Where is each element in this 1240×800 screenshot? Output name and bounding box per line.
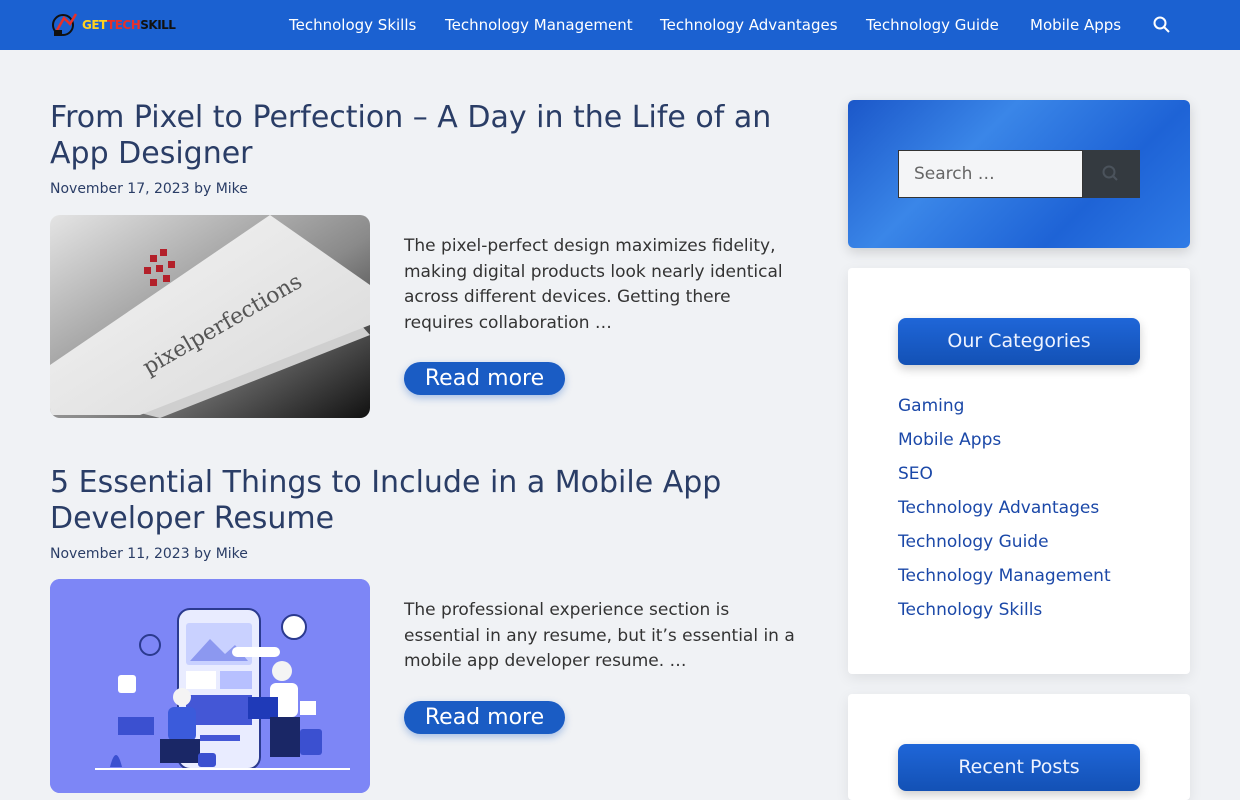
post-thumbnail[interactable]: pixelperfections xyxy=(50,215,370,418)
sidebar-search-widget: Search … xyxy=(848,100,1190,248)
category-link[interactable]: Technology Guide xyxy=(898,532,1049,552)
top-navigation-bar: GETTECHSKILL Technology Skills Technolog… xyxy=(0,0,1240,50)
category-link[interactable]: SEO xyxy=(898,464,933,484)
search-icon[interactable] xyxy=(1152,15,1172,35)
nav-item-mobile-apps[interactable]: Mobile Apps xyxy=(1030,16,1121,34)
post-date[interactable]: November 17, 2023 xyxy=(50,181,190,197)
category-link[interactable]: Technology Skills xyxy=(898,600,1042,620)
post-author[interactable]: Mike xyxy=(216,181,248,197)
read-more-button[interactable]: Read more xyxy=(404,701,565,734)
post-excerpt: The professional experience section is e… xyxy=(404,600,795,671)
nav-item-technology-guide[interactable]: Technology Guide xyxy=(866,16,999,34)
post-date[interactable]: November 11, 2023 xyxy=(50,546,190,562)
search-button[interactable] xyxy=(1083,150,1140,198)
logo-text-tech: TECH xyxy=(107,18,141,32)
post-thumbnail[interactable] xyxy=(50,579,370,793)
nav-item-technology-skills[interactable]: Technology Skills xyxy=(289,16,416,34)
post-meta: November 17, 2023 by Mike xyxy=(50,181,248,197)
post-title[interactable]: 5 Essential Things to Include in a Mobil… xyxy=(50,465,810,537)
logo-text-skill: SKILL xyxy=(140,18,176,32)
post-by: by xyxy=(194,546,212,562)
search-input[interactable]: Search … xyxy=(898,150,1083,198)
post-by: by xyxy=(194,181,212,197)
recent-posts-widget: Recent Posts xyxy=(848,694,1190,800)
post-author[interactable]: Mike xyxy=(216,546,248,562)
logo-text: GETTECHSKILL xyxy=(82,18,176,32)
logo-text-get: GET xyxy=(82,18,108,32)
post-title[interactable]: From Pixel to Perfection – A Day in the … xyxy=(50,100,810,172)
category-link[interactable]: Technology Management xyxy=(898,566,1111,586)
category-link[interactable]: Gaming xyxy=(898,396,964,416)
category-link[interactable]: Technology Advantages xyxy=(898,498,1099,518)
categories-widget: Our Categories Gaming Mobile Apps SEO Te… xyxy=(848,268,1190,674)
logo-mark-icon xyxy=(50,10,80,40)
category-link[interactable]: Mobile Apps xyxy=(898,430,1001,450)
recent-posts-heading: Recent Posts xyxy=(898,744,1140,791)
post-meta: November 11, 2023 by Mike xyxy=(50,546,248,562)
nav-item-technology-management[interactable]: Technology Management xyxy=(445,16,633,34)
read-more-button[interactable]: Read more xyxy=(404,362,565,395)
nav-item-technology-advantages[interactable]: Technology Advantages xyxy=(660,16,838,34)
site-logo[interactable]: GETTECHSKILL xyxy=(50,10,176,40)
post-excerpt: The pixel-perfect design maximizes fidel… xyxy=(404,236,783,333)
categories-heading: Our Categories xyxy=(898,318,1140,365)
